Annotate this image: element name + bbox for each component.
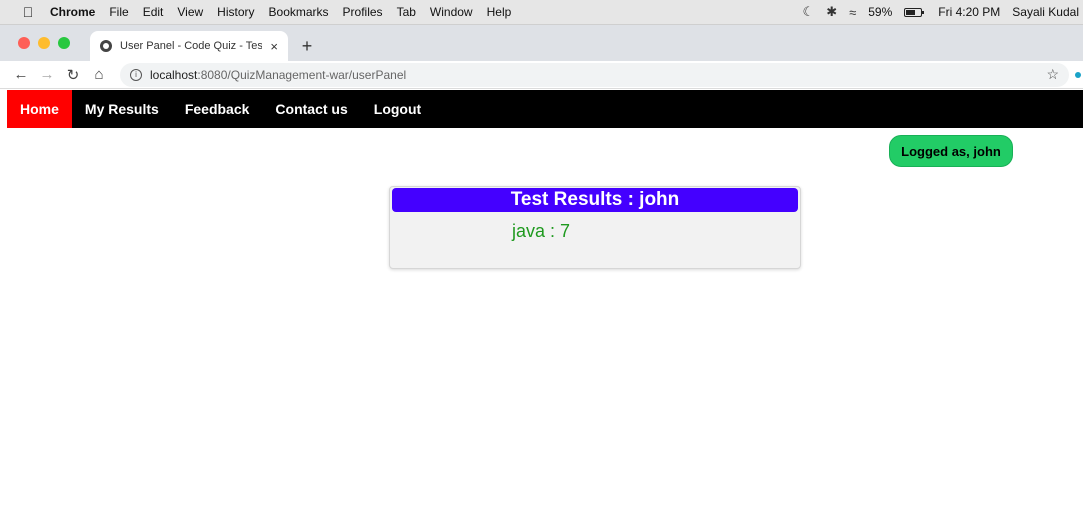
zoom-window-button[interactable]: [58, 37, 70, 49]
close-window-button[interactable]: [18, 37, 30, 49]
test-results-title: Test Results : john: [392, 188, 798, 212]
menubar-clock[interactable]: Fri 4:20 PM: [938, 5, 1000, 19]
battery-percent[interactable]: 59%: [868, 5, 892, 19]
reload-icon[interactable]: ↻: [60, 66, 86, 84]
browser-tab[interactable]: User Panel - Code Quiz - Test ×: [90, 31, 288, 61]
battery-fill: [906, 9, 915, 15]
tab-close-icon[interactable]: ×: [270, 39, 278, 54]
site-navbar: Home My Results Feedback Contact us Logo…: [7, 90, 1083, 128]
logged-as-badge[interactable]: Logged as, john: [889, 135, 1013, 167]
info-icon[interactable]: i: [130, 68, 142, 81]
os-menubar:  Chrome File Edit View History Bookmark…: [0, 0, 1083, 25]
result-entry: java : 7: [512, 221, 571, 241]
menubar-status-area: ☾ ✱ ≈ 59% Fri 4:20 PM Sayali Kudal: [791, 4, 1083, 20]
wifi-icon[interactable]: ≈: [849, 5, 856, 20]
menu-window[interactable]: Window: [430, 5, 473, 19]
menu-tab[interactable]: Tab: [397, 5, 416, 19]
forward-arrow-icon[interactable]: →: [34, 66, 60, 83]
menu-help[interactable]: Help: [487, 5, 512, 19]
test-results-card: Test Results : john java : 7: [389, 186, 801, 269]
menu-view[interactable]: View: [177, 5, 203, 19]
nav-my-results[interactable]: My Results: [72, 90, 172, 128]
menu-file[interactable]: File: [109, 5, 128, 19]
nav-home[interactable]: Home: [7, 90, 72, 128]
globe-icon: [100, 40, 112, 52]
menu-profiles[interactable]: Profiles: [343, 5, 383, 19]
url-host: localhost: [150, 67, 198, 82]
home-icon[interactable]: ⌂: [86, 66, 112, 83]
window-controls: [18, 25, 78, 61]
apple-icon[interactable]: : [18, 4, 38, 20]
minimize-window-button[interactable]: [38, 37, 50, 49]
night-shift-icon[interactable]: ☾: [803, 4, 815, 20]
menubar-user[interactable]: Sayali Kudal: [1012, 5, 1079, 19]
bookmark-star-icon[interactable]: ☆: [1046, 66, 1059, 83]
back-arrow-icon[interactable]: ←: [8, 66, 34, 83]
menu-bookmarks[interactable]: Bookmarks: [269, 5, 329, 19]
browser-toolbar: ← → ↻ ⌂ i localhost:8080/QuizManagement-…: [0, 61, 1083, 89]
url-path: :8080/QuizManagement-war/userPanel: [197, 67, 407, 82]
address-bar[interactable]: i localhost:8080/QuizManagement-war/user…: [120, 62, 1069, 87]
extension-icon[interactable]: [1075, 71, 1081, 78]
new-tab-button[interactable]: +: [292, 31, 322, 61]
menu-app-name[interactable]: Chrome: [50, 5, 95, 19]
tab-title: User Panel - Code Quiz - Test: [120, 40, 263, 52]
menu-edit[interactable]: Edit: [143, 5, 164, 19]
battery-icon[interactable]: [904, 7, 925, 17]
nav-contact-us[interactable]: Contact us: [262, 90, 360, 128]
nav-feedback[interactable]: Feedback: [172, 90, 263, 128]
bluetooth-icon[interactable]: ✱: [826, 4, 837, 20]
browser-tabstrip: User Panel - Code Quiz - Test × +: [0, 25, 1083, 61]
menu-history[interactable]: History: [217, 5, 254, 19]
nav-logout[interactable]: Logout: [361, 90, 434, 128]
